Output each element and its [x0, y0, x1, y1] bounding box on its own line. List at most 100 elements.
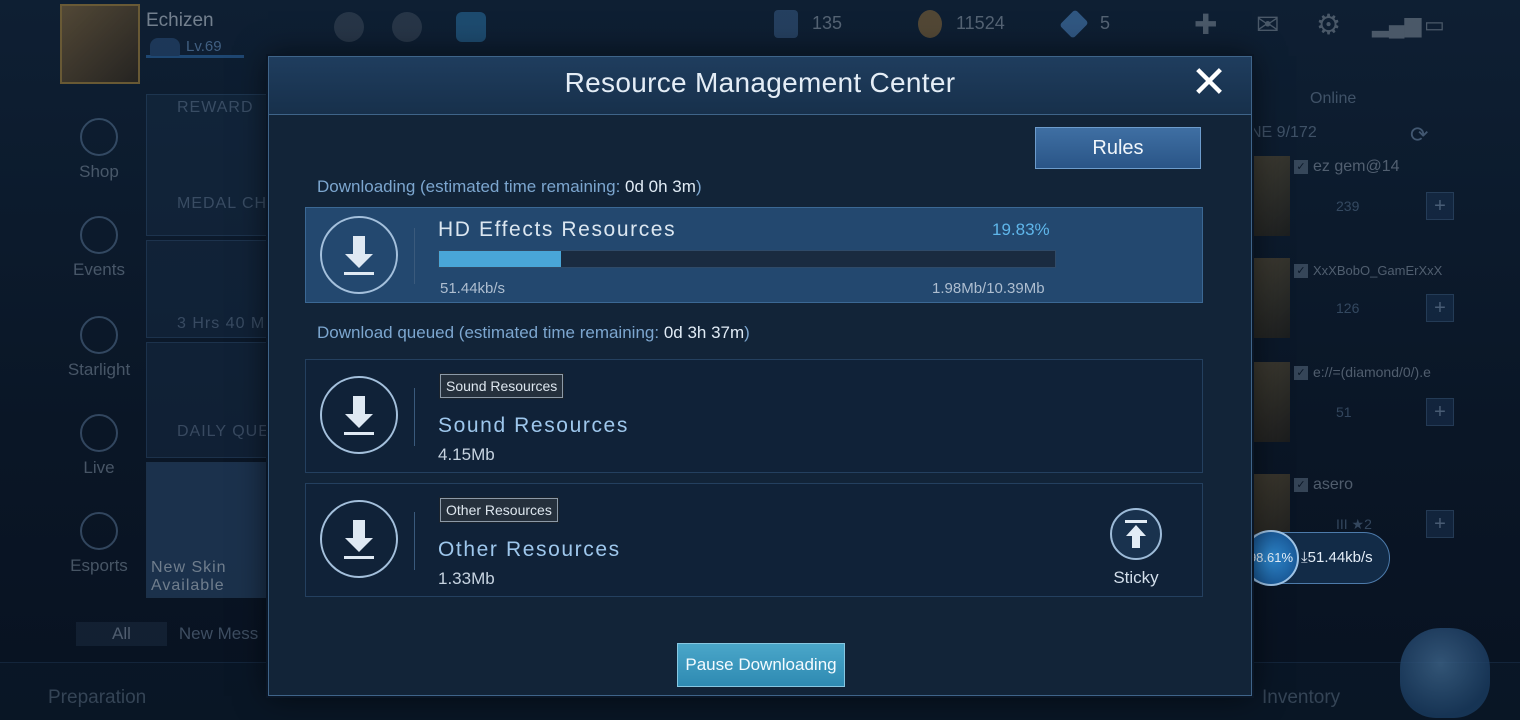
- resource-name: Other Resources: [438, 538, 621, 561]
- settings-gear-icon[interactable]: ⚙: [1316, 8, 1341, 41]
- avatar: [1250, 156, 1290, 236]
- shop-icon: [80, 118, 118, 156]
- new-message-text[interactable]: New Mess: [179, 624, 258, 643]
- message-filter-all[interactable]: All: [76, 622, 167, 646]
- battery-icon: ▭: [1424, 12, 1445, 37]
- sidebar-item-esports[interactable]: Esports: [60, 512, 138, 576]
- sidebar-label: Esports: [70, 556, 128, 575]
- queued-resource-card[interactable]: Other Resources Other Resources 1.33Mb S…: [305, 483, 1203, 597]
- player-avatar[interactable]: [60, 4, 140, 84]
- download-progress-fill: [439, 251, 562, 267]
- avatar: [1250, 362, 1290, 442]
- sidebar-label: Live: [83, 458, 115, 477]
- resource-tag: Sound Resources: [438, 373, 565, 399]
- resource-size: 4.15Mb: [438, 445, 495, 464]
- timed-chest-card[interactable]: 3 Hrs 40 M: [146, 240, 274, 338]
- friend-name: asero: [1294, 476, 1353, 494]
- starlight-icon: [80, 316, 118, 354]
- queued-time: 0d 3h 37m: [663, 323, 745, 342]
- downloading-suffix: ): [695, 177, 702, 196]
- download-icon[interactable]: [320, 500, 398, 578]
- download-speed: ⤓51.44kb/s: [1301, 548, 1373, 566]
- chest-timer: 3 Hrs 40 M: [177, 315, 266, 332]
- mascot-image[interactable]: [1400, 628, 1490, 718]
- downloading-prefix: Downloading (estimated time remaining:: [317, 177, 626, 196]
- invite-plus-icon[interactable]: +: [1426, 510, 1454, 538]
- sticky-label: Sticky: [1113, 568, 1159, 587]
- rules-button[interactable]: Rules: [1035, 127, 1201, 169]
- friend-name: XxXBobO_GamErXxX: [1294, 263, 1442, 278]
- queued-resource-card[interactable]: Sound Resources Sound Resources 4.15Mb: [305, 359, 1203, 473]
- mail-icon[interactable]: ✉: [1256, 8, 1279, 41]
- new-skin-card[interactable]: New Skin Available: [146, 462, 274, 598]
- friend-row[interactable]: e://=(diamond/0/).e 51 +: [1250, 358, 1520, 458]
- daily-quest-card[interactable]: DAILY QUE: [146, 342, 274, 458]
- download-small-icon: ⤓: [1301, 548, 1308, 566]
- new-skin-label: New Skin Available: [151, 559, 227, 594]
- friend-name: ez gem@14: [1294, 158, 1400, 176]
- download-progress-bar: [438, 250, 1056, 268]
- sidebar-item-shop[interactable]: Shop: [60, 118, 138, 182]
- online-count: NE 9/172: [1250, 124, 1317, 141]
- battle-point-value: 11524: [956, 12, 1005, 33]
- resource-size: 1.33Mb: [438, 569, 495, 588]
- sticky-button[interactable]: Sticky: [1106, 508, 1166, 588]
- signal-icon: ▂▄▆: [1372, 12, 1422, 37]
- ticket-counter: 135: [774, 10, 842, 38]
- pause-downloading-button[interactable]: Pause Downloading: [677, 643, 845, 687]
- queued-prefix: Download queued (estimated time remainin…: [317, 323, 664, 342]
- player-level: Lv.69: [146, 38, 244, 58]
- avatar: [1250, 258, 1290, 338]
- tab-online[interactable]: Online: [1310, 90, 1356, 108]
- sidebar-item-live[interactable]: Live: [60, 414, 138, 478]
- pin-to-top-icon: [1110, 508, 1162, 560]
- diamond-icon: [1059, 9, 1089, 39]
- download-icon[interactable]: [320, 216, 398, 294]
- medal-chest-card[interactable]: REWARD MEDAL CH: [146, 94, 274, 236]
- daily-quest-label: DAILY QUE: [177, 423, 270, 440]
- sidebar-item-events[interactable]: Events: [60, 216, 138, 280]
- nav-inventory[interactable]: Inventory: [1262, 687, 1340, 709]
- arrow-up-bar-icon: [1125, 520, 1147, 548]
- download-icon[interactable]: [320, 376, 398, 454]
- download-arrow-icon: [344, 520, 374, 559]
- live-icon: [80, 414, 118, 452]
- medal-chest-label: MEDAL CH: [177, 195, 268, 212]
- invite-plus-icon[interactable]: +: [1426, 192, 1454, 220]
- add-friend-icon[interactable]: ⟳: [1410, 122, 1428, 148]
- download-speed-label: 51.44kb/s: [440, 280, 506, 297]
- modal-header: Resource Management Center ✕: [269, 57, 1251, 115]
- active-download-card[interactable]: HD Effects Resources 19.83% 51.44kb/s 1.…: [305, 207, 1203, 303]
- invite-plus-icon[interactable]: +: [1426, 294, 1454, 322]
- coin-icon: [918, 10, 942, 38]
- download-speed-text: 51.44kb/s: [1307, 549, 1373, 566]
- friend-row[interactable]: ez gem@14 239 +: [1250, 152, 1520, 252]
- ticket-icon: [774, 10, 798, 38]
- invite-plus-icon[interactable]: +: [1426, 398, 1454, 426]
- card-divider: [414, 228, 415, 284]
- nav-preparation[interactable]: Preparation: [48, 687, 146, 709]
- twitter-icon[interactable]: [456, 12, 486, 42]
- player-name: Echizen: [146, 10, 214, 31]
- rank-icon: [150, 38, 180, 56]
- friend-stat: 51: [1336, 404, 1352, 420]
- sidebar-item-starlight[interactable]: Starlight: [60, 316, 138, 380]
- download-arrow-icon: [344, 396, 374, 435]
- diamond-value: 5: [1100, 12, 1111, 33]
- event-badge-icon[interactable]: [392, 12, 422, 42]
- friend-row[interactable]: XxXBobO_GamErXxX 126 +: [1250, 254, 1520, 354]
- add-icon[interactable]: ✚: [1194, 8, 1217, 41]
- resource-management-modal: Resource Management Center ✕ Rules Downl…: [268, 56, 1252, 696]
- friend-stat: 239: [1336, 198, 1360, 214]
- friend-request-icon[interactable]: [334, 12, 364, 42]
- player-level-text: Lv.69: [186, 38, 222, 55]
- card-divider: [414, 388, 415, 446]
- card-divider: [414, 512, 415, 570]
- queued-status: Download queued (estimated time remainin…: [317, 323, 750, 343]
- download-progress-widget[interactable]: 98.61% ⤓51.44kb/s: [1240, 530, 1390, 586]
- message-row: All New Mess: [76, 622, 258, 646]
- friend-stat: III ★2: [1336, 516, 1372, 532]
- diamond-counter: 5: [1059, 9, 1111, 39]
- close-icon[interactable]: ✕: [1187, 61, 1231, 107]
- battle-point-counter: 11524: [918, 10, 1005, 38]
